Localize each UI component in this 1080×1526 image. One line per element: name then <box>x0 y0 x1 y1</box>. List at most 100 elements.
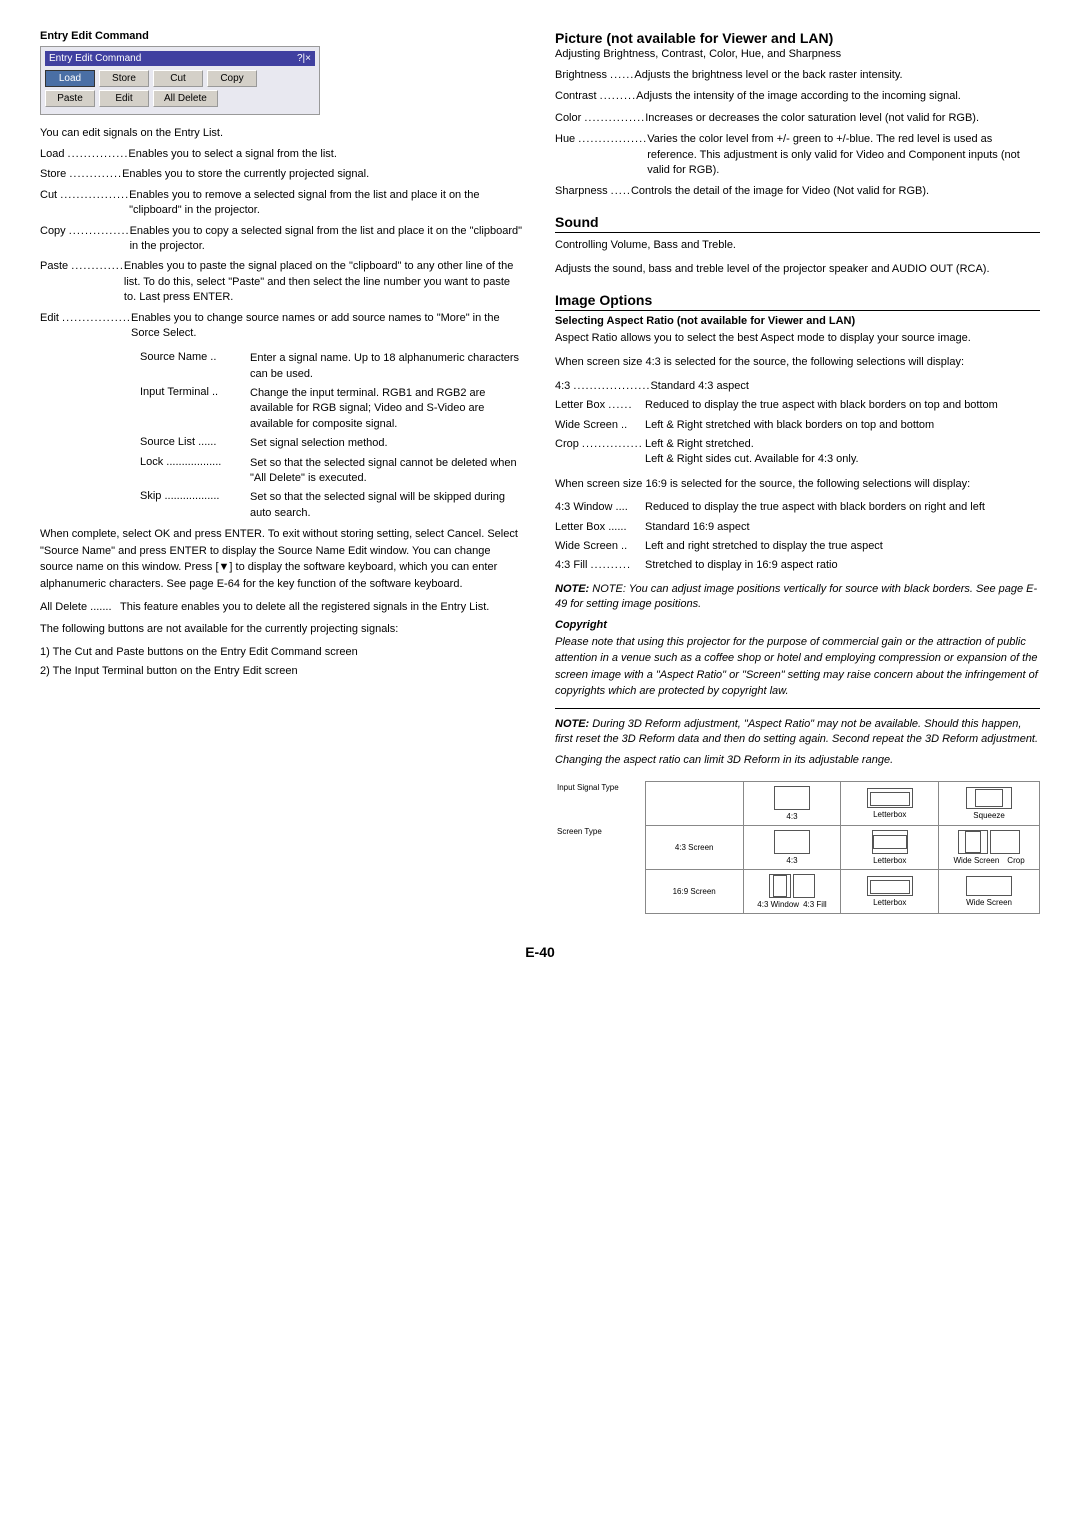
diagram-43-box <box>774 786 810 810</box>
diagram-43screen-43-label: 4:3 <box>746 856 839 865</box>
diagram-label-screen: Screen Type <box>557 827 602 836</box>
copyright-section: Copyright Please note that using this pr… <box>555 619 1040 700</box>
desc-edit: Enables you to change source names or ad… <box>131 311 525 342</box>
desc-letterbox: Reduced to display the true aspect with … <box>645 398 1040 413</box>
entry-intro-text: You can edit signals on the Entry List. <box>40 127 525 139</box>
term-contrast: Contrast ......... <box>555 89 636 104</box>
def-paste: Paste ............. Enables you to paste… <box>40 259 525 305</box>
term-letterbox2: Letter Box ...... <box>555 520 645 535</box>
desc-letterbox2: Standard 16:9 aspect <box>645 520 1040 535</box>
picture-section: Picture (not available for Viewer and LA… <box>555 30 1040 200</box>
diagram-169-widescreen-label: Wide Screen <box>941 898 1037 907</box>
aspect-crop: Crop ............... Left & Right stretc… <box>555 437 1040 468</box>
copyright-label: Copyright <box>555 619 1040 631</box>
copy-button[interactable]: Copy <box>207 70 257 87</box>
left-column: Entry Edit Command Entry Edit Command ?|… <box>40 30 525 914</box>
desc-hue: Varies the color level from +/- green to… <box>647 132 1040 178</box>
diagram-label-43: 4:3 <box>746 812 839 821</box>
aspect-43-list: 4:3 ................... Standard 4:3 asp… <box>555 379 1040 468</box>
diagram-169-letterbox-label: Letterbox <box>843 898 936 907</box>
desc-load: Enables you to select a signal from the … <box>128 147 525 162</box>
diagram-squeeze-box <box>966 787 1012 809</box>
term-copy: Copy ............... <box>40 224 130 255</box>
dialog-title-bar: Entry Edit Command ?|× <box>45 51 315 66</box>
sub-desc-lock: Set so that the selected signal cannot b… <box>250 456 525 487</box>
dialog-title-text: Entry Edit Command <box>49 53 141 64</box>
diagram-43screen-letterbox <box>872 830 908 854</box>
term-sharpness: Sharpness ..... <box>555 184 631 199</box>
def-load: Load ............... Enables you to sele… <box>40 147 525 162</box>
sub-desc-input: Change the input terminal. RGB1 and RGB2… <box>250 386 525 432</box>
sub-term-source: Source Name .. <box>140 351 250 382</box>
store-button[interactable]: Store <box>99 70 149 87</box>
picture-subtitle: Adjusting Brightness, Contrast, Color, H… <box>555 48 1040 60</box>
def-hue: Hue ................. Varies the color l… <box>555 132 1040 178</box>
image-options-title: Image Options <box>555 292 1040 311</box>
diagram-169screen-label: 16:9 Screen <box>648 887 741 896</box>
sub-desc-source: Enter a signal name. Up to 18 alphanumer… <box>250 351 525 382</box>
note1-body: NOTE: You can adjust image positions ver… <box>555 583 1037 610</box>
all-delete-button[interactable]: All Delete <box>153 90 218 107</box>
sub-term-input: Input Terminal .. <box>140 386 250 432</box>
term-color: Color ............... <box>555 111 645 126</box>
term-store: Store ............. <box>40 167 122 182</box>
load-button[interactable]: Load <box>45 70 95 87</box>
diagram-letterbox-box <box>867 788 913 808</box>
diagram-label-letterbox: Letterbox <box>843 810 936 819</box>
sub-skip: Skip .................. Set so that the … <box>140 490 525 521</box>
dialog-row1: Load Store Cut Copy <box>45 70 315 87</box>
diagram-169screen-cells <box>746 874 839 898</box>
desc-contrast: Adjusts the intensity of the image accor… <box>636 89 1040 104</box>
sound-section: Sound Controlling Volume, Bass and Trebl… <box>555 214 1040 278</box>
divider <box>555 708 1040 709</box>
note1-text: NOTE: NOTE: You can adjust image positio… <box>555 582 1040 613</box>
entry-edit-heading: Entry Edit Command <box>40 30 525 42</box>
aspect-subtext1: Aspect Ratio allows you to select the be… <box>555 330 1040 347</box>
diagram-43screen-last <box>941 830 1037 854</box>
diagram-label-squeeze: Squeeze <box>941 811 1037 820</box>
term-brightness: Brightness ...... <box>555 68 634 83</box>
diagram-43screen-43 <box>774 830 810 854</box>
aspect-subtext2: When screen size 4:3 is selected for the… <box>555 354 1040 371</box>
diagram-43window-label: 4:3 Window <box>757 900 799 909</box>
sub-lock: Lock .................. Set so that the … <box>140 456 525 487</box>
desc-cut: Enables you to remove a selected signal … <box>129 188 525 219</box>
aspect-ratio-subheading: Selecting Aspect Ratio (not available fo… <box>555 315 1040 327</box>
page-number: E-40 <box>40 934 1040 960</box>
diagram-crop-label: Crop <box>1007 856 1024 865</box>
note2-text: NOTE: During 3D Reform adjustment, "Aspe… <box>555 717 1040 748</box>
desc-sharpness: Controls the detail of the image for Vid… <box>631 184 1040 199</box>
sub-desc-skip: Set so that the selected signal will be … <box>250 490 525 521</box>
diagram-169-widescreen <box>966 876 1012 896</box>
cut-button[interactable]: Cut <box>153 70 203 87</box>
image-options-section: Image Options Selecting Aspect Ratio (no… <box>555 292 1040 914</box>
term-edit: Edit ................. <box>40 311 131 342</box>
aspect-43fill: 4:3 Fill .......... Stretched to display… <box>555 558 1040 573</box>
desc-color: Increases or decreases the color saturat… <box>645 111 1040 126</box>
paste-button[interactable]: Paste <box>45 90 95 107</box>
aspect-subtext3: When screen size 16:9 is selected for th… <box>555 476 1040 493</box>
note3-text: Changing the aspect ratio can limit 3D R… <box>555 753 1040 768</box>
copyright-text: Please note that using this projector fo… <box>555 634 1040 700</box>
term-load: Load ............... <box>40 147 128 162</box>
desc-all-delete: This feature enables you to delete all t… <box>120 600 525 615</box>
dialog-controls: ?|× <box>297 53 311 64</box>
desc-store: Enables you to store the currently proje… <box>122 167 525 182</box>
sound-title: Sound <box>555 214 1040 233</box>
term-widescreen: Wide Screen .. <box>555 418 645 433</box>
def-contrast: Contrast ......... Adjusts the intensity… <box>555 89 1040 104</box>
edit-button[interactable]: Edit <box>99 90 149 107</box>
picture-title: Picture (not available for Viewer and LA… <box>555 30 1040 46</box>
numbered-item-1: 1) The Cut and Paste buttons on the Entr… <box>40 645 525 660</box>
diagram-169-letterbox <box>867 876 913 896</box>
diagram-empty-row-label <box>555 869 645 913</box>
term-43: 4:3 ................... <box>555 379 650 394</box>
sub-term-srclist: Source List ...... <box>140 436 250 451</box>
aspect-letterbox2: Letter Box ...... Standard 16:9 aspect <box>555 520 1040 535</box>
desc-paste: Enables you to paste the signal placed o… <box>124 259 525 305</box>
aspect-diagram: Input Signal Type 4:3 <box>555 781 1040 914</box>
term-paste: Paste ............. <box>40 259 124 305</box>
aspect-widescreen2: Wide Screen .. Left and right stretched … <box>555 539 1040 554</box>
right-column: Picture (not available for Viewer and LA… <box>555 30 1040 914</box>
desc-43fill: Stretched to display in 16:9 aspect rati… <box>645 558 1040 573</box>
